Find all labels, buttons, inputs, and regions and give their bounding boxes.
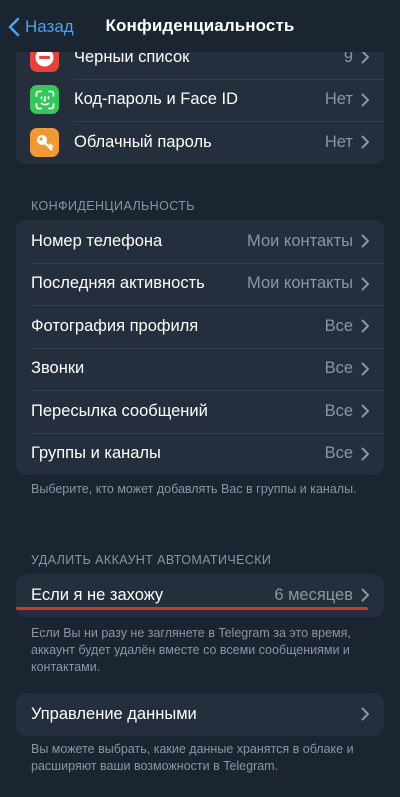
chevron-right-icon (361, 277, 369, 291)
privacy-footer-note: Выберите, кто может добавлять Вас в груп… (31, 482, 357, 496)
chevron-right-icon (361, 319, 369, 333)
calls-label: Звонки (31, 359, 85, 378)
chevron-right-icon (361, 50, 369, 64)
groups-channels-value: Все (324, 444, 353, 463)
page-title: Конфиденциальность (105, 16, 295, 35)
auto-delete-footer-note: Если Вы ни разу не заглянете в Telegram … (31, 626, 351, 674)
account-self-destruct-value: 6 месяцев (274, 585, 353, 604)
privacy-group: Номер телефона Мои контакты Последняя ак… (16, 220, 384, 475)
auto-delete-section-header: УДАЛИТЬ АККАУНТ АВТОМАТИЧЕСКИ (31, 553, 272, 567)
chevron-right-icon (361, 404, 369, 418)
data-settings-footer-note: Вы можете выбрать, какие данные хранятся… (31, 742, 354, 773)
phone-number-value: Мои контакты (247, 231, 353, 250)
passcode-face-id-label: Код-пароль и Face ID (74, 90, 239, 109)
highlight-underline (16, 607, 368, 610)
data-settings-label: Управление данными (31, 704, 197, 723)
chevron-right-icon (361, 447, 369, 461)
row-cloud-password[interactable]: Облачный пароль Нет (16, 121, 384, 164)
row-calls[interactable]: Звонки Все (16, 347, 384, 391)
row-data-settings[interactable]: Управление данными (16, 693, 384, 736)
row-forwarded-messages[interactable]: Пересылка сообщений Все (16, 390, 384, 433)
profile-photo-label: Фотография профиля (31, 316, 199, 335)
last-seen-value: Мои контакты (247, 274, 353, 293)
groups-channels-label: Группы и каналы (31, 444, 161, 463)
cloud-password-label: Облачный пароль (74, 132, 212, 151)
cloud-password-value: Нет (324, 132, 353, 151)
row-phone-number[interactable]: Номер телефона Мои контакты (16, 220, 384, 263)
profile-photo-value: Все (324, 316, 353, 335)
phone-number-label: Номер телефона (31, 231, 163, 250)
chevron-right-icon (361, 362, 369, 376)
data-settings-group: Управление данными (16, 693, 384, 736)
forwarded-messages-value: Все (324, 401, 353, 420)
calls-value: Все (324, 359, 353, 378)
chevron-right-icon (361, 234, 369, 248)
privacy-settings-screen: Чёрный список 9 Код-пароль и Face ID Нет (0, 0, 400, 797)
security-group: Чёрный список 9 Код-пароль и Face ID Нет (16, 36, 384, 164)
privacy-section-header: КОНФИДЕНЦИАЛЬНОСТЬ (31, 199, 195, 213)
auto-delete-group: Если я не захожу 6 месяцев (16, 574, 384, 617)
row-account-self-destruct[interactable]: Если я не захожу 6 месяцев (16, 574, 384, 617)
navigation-bar: Назад Конфиденциальность (0, 0, 400, 52)
row-profile-photo[interactable]: Фотография профиля Все (16, 305, 384, 348)
last-seen-label: Последняя активность (31, 274, 205, 293)
chevron-right-icon (361, 588, 369, 602)
key-icon (30, 127, 59, 157)
chevron-right-icon (361, 707, 369, 721)
chevron-right-icon (361, 135, 369, 149)
account-self-destruct-label: Если я не захожу (31, 585, 164, 604)
passcode-face-id-value: Нет (324, 90, 353, 109)
row-passcode-face-id[interactable]: Код-пароль и Face ID Нет (16, 78, 384, 122)
row-groups-channels[interactable]: Группы и каналы Все (16, 432, 384, 476)
face-id-icon (30, 85, 59, 115)
chevron-right-icon (361, 93, 369, 107)
forwarded-messages-label: Пересылка сообщений (31, 401, 208, 420)
row-last-seen[interactable]: Последняя активность Мои контакты (16, 262, 384, 306)
